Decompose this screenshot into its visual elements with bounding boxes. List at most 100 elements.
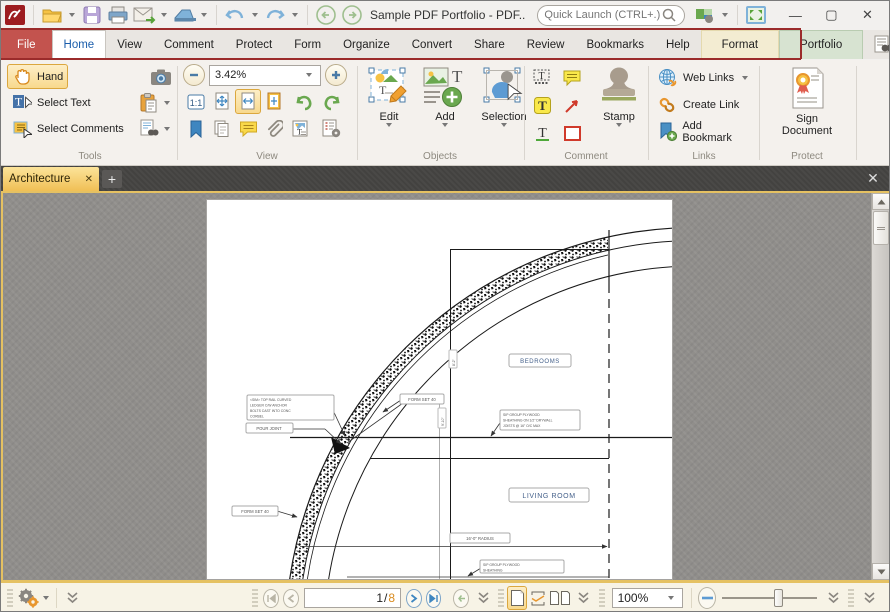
close-tab-icon[interactable]: ✕	[85, 174, 93, 185]
content-pane-button[interactable]: T	[287, 116, 313, 141]
tab-convert[interactable]: Convert	[401, 30, 463, 59]
search-comments-button[interactable]	[137, 117, 161, 141]
scan-button[interactable]	[172, 3, 196, 27]
open-button[interactable]	[40, 3, 64, 27]
continuous-layout-button[interactable]	[527, 586, 548, 610]
sign-document-button[interactable]: Sign Document	[769, 66, 845, 137]
view-history-chevron[interactable]	[471, 586, 495, 610]
edit-objects-button[interactable]: T Edit	[363, 66, 415, 127]
next-page-button[interactable]	[406, 588, 422, 608]
maximize-button[interactable]: ▢	[814, 2, 848, 28]
typewriter-tool-button[interactable]: T	[529, 65, 555, 90]
email-caret[interactable]	[161, 13, 167, 17]
search-comments-caret[interactable]	[164, 126, 170, 131]
toolbar-grip[interactable]	[498, 589, 504, 607]
create-link-button[interactable]: Create Link	[653, 92, 757, 117]
document-pane[interactable]: BEDROOMS LIVING ROOM <SIM> TOP RAIL CURV…	[1, 191, 889, 582]
tab-view[interactable]: View	[106, 30, 153, 59]
scroll-up-button[interactable]	[872, 193, 889, 210]
tab-review[interactable]: Review	[516, 30, 576, 59]
arrow-tool-button[interactable]	[559, 93, 585, 118]
scroll-down-button[interactable]	[872, 563, 889, 580]
first-page-button[interactable]	[263, 588, 279, 608]
zoom-combo-status[interactable]: 100%	[611, 588, 684, 608]
open-caret[interactable]	[69, 13, 75, 17]
last-page-button[interactable]	[425, 588, 442, 608]
zoom-level-combo[interactable]: 3.42%	[209, 64, 321, 86]
tab-help[interactable]: Help	[655, 30, 701, 59]
undo-caret[interactable]	[252, 13, 258, 17]
thumbnails-pane-button[interactable]	[209, 116, 235, 141]
tab-organize[interactable]: Organize	[332, 30, 401, 59]
attachments-pane-button[interactable]	[261, 116, 287, 141]
tab-portfolio[interactable]: Portfolio	[779, 30, 864, 59]
document-tab-architecture[interactable]: Architecture ✕	[3, 167, 99, 191]
undo-button[interactable]	[223, 3, 247, 27]
tab-home[interactable]: Home	[51, 30, 107, 59]
ui-options-button[interactable]	[693, 3, 717, 27]
fullscreen-button[interactable]	[744, 3, 768, 27]
zoom-options-chevron[interactable]	[821, 586, 845, 610]
paste-caret[interactable]	[164, 100, 170, 105]
toolbar-grip[interactable]	[7, 589, 13, 607]
single-page-layout-button[interactable]	[506, 586, 528, 610]
previous-page-button[interactable]	[282, 588, 299, 608]
expand-panes-button[interactable]	[60, 586, 84, 610]
find-in-document-button[interactable]	[871, 33, 889, 57]
save-button[interactable]	[80, 3, 104, 27]
tab-file[interactable]: File	[1, 30, 52, 59]
status-options-caret[interactable]	[42, 596, 49, 600]
ui-options-caret[interactable]	[722, 13, 729, 17]
snapshot-button[interactable]	[149, 65, 173, 89]
email-button[interactable]	[132, 3, 156, 27]
fit-page-button[interactable]	[261, 89, 287, 114]
comments-pane-button[interactable]	[235, 116, 261, 141]
zoom-out-status-button[interactable]	[698, 587, 717, 609]
vertical-scrollbar[interactable]	[871, 193, 889, 580]
tab-share[interactable]: Share	[463, 30, 516, 59]
redo-caret[interactable]	[292, 13, 298, 17]
two-page-layout-button[interactable]	[548, 586, 572, 610]
add-objects-button[interactable]: T Add	[419, 66, 471, 127]
web-links-button[interactable]: Web Links	[653, 65, 757, 90]
tab-comment[interactable]: Comment	[153, 30, 225, 59]
page-number-box[interactable]: 1 / 8	[303, 588, 402, 608]
tab-protect[interactable]: Protect	[225, 30, 283, 59]
fit-visible-button[interactable]	[209, 89, 235, 114]
forward-button[interactable]	[340, 3, 364, 27]
new-tab-button[interactable]: +	[102, 170, 122, 188]
close-button[interactable]: ✕	[850, 2, 884, 28]
zoom-slider[interactable]	[722, 588, 818, 608]
back-button[interactable]	[314, 3, 338, 27]
add-bookmark-button[interactable]: Add Bookmark	[653, 119, 757, 144]
scan-caret[interactable]	[201, 13, 207, 17]
rotate-cw-button[interactable]	[318, 89, 344, 114]
print-button[interactable]	[106, 3, 130, 27]
highlight-text-tool-button[interactable]: T	[529, 93, 555, 118]
status-options-button[interactable]	[16, 586, 40, 610]
select-comments-button[interactable]: Select Comments	[7, 116, 129, 141]
toolbar-grip[interactable]	[598, 589, 605, 607]
close-pane-icon[interactable]: ✕	[863, 169, 883, 188]
fit-width-button[interactable]	[235, 89, 261, 114]
quick-launch-box[interactable]	[537, 4, 686, 26]
sticky-note-tool-button[interactable]	[559, 65, 585, 90]
minimize-button[interactable]: —	[778, 2, 812, 28]
bookmarks-pane-button[interactable]	[183, 116, 209, 141]
pdf-page[interactable]: BEDROOMS LIVING ROOM <SIM> TOP RAIL CURV…	[206, 199, 673, 580]
actual-size-button[interactable]: 1:1	[183, 89, 209, 114]
pane-options-button[interactable]	[318, 116, 344, 141]
toolbar-grip[interactable]	[848, 589, 854, 607]
toolbar-grip[interactable]	[252, 589, 259, 607]
select-text-button[interactable]: T Select Text	[7, 90, 96, 115]
redo-button[interactable]	[263, 3, 287, 27]
zoom-slider-thumb[interactable]	[774, 589, 784, 607]
paste-button[interactable]	[137, 91, 161, 115]
scrollbar-thumb[interactable]	[873, 211, 889, 245]
tab-bookmarks[interactable]: Bookmarks	[575, 30, 655, 59]
rectangle-tool-button[interactable]	[559, 121, 585, 146]
zoom-in-button[interactable]	[325, 64, 347, 86]
quick-launch-input[interactable]	[544, 9, 663, 21]
zoom-out-button[interactable]	[183, 64, 205, 86]
previous-view-button[interactable]	[453, 588, 470, 608]
